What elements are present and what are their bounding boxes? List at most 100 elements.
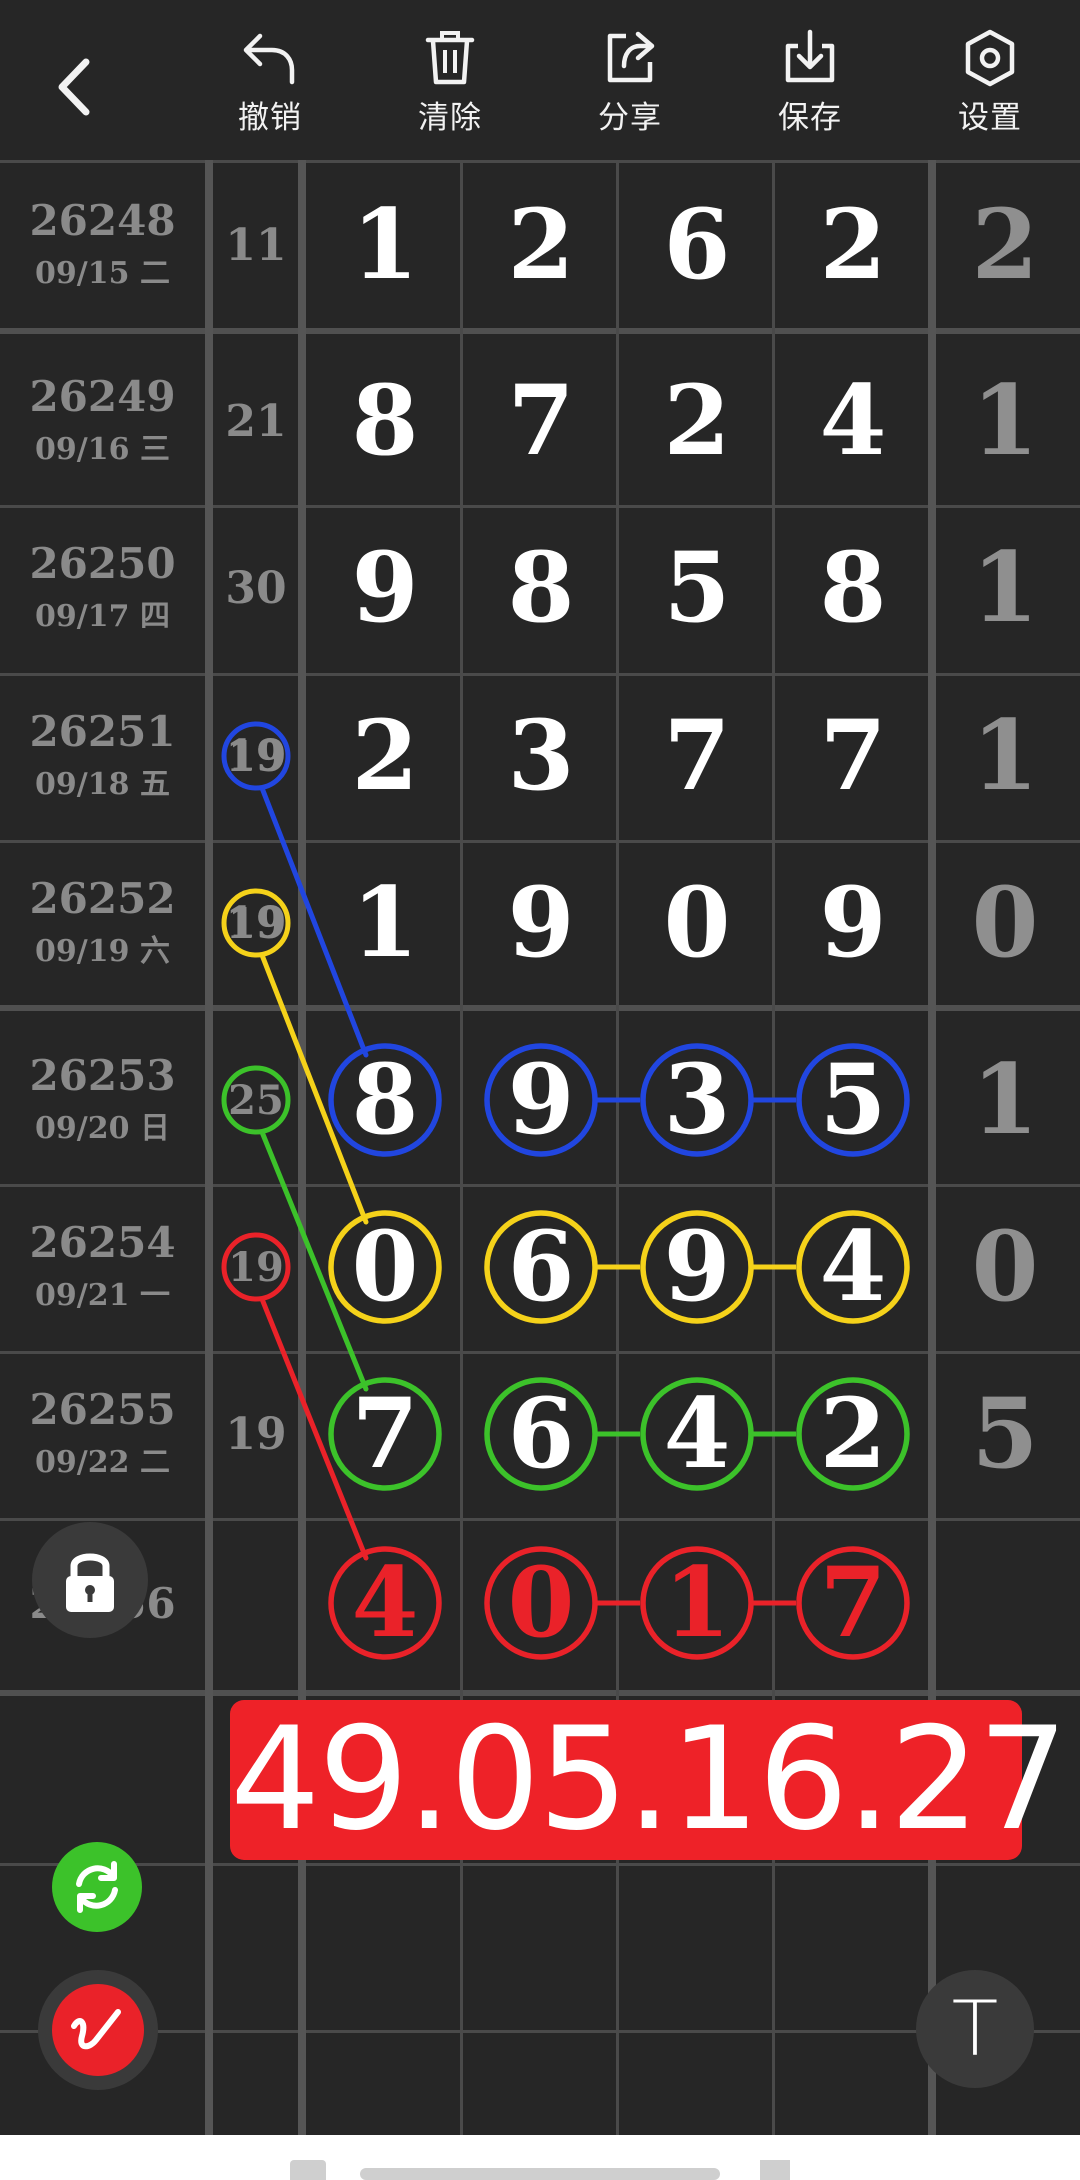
refresh-button[interactable] [52, 1842, 142, 1932]
sum-value: 30 [225, 563, 287, 614]
grid-line [0, 840, 1080, 843]
span-value: 2 [971, 188, 1039, 301]
span-value: 1 [971, 1043, 1039, 1156]
pen-icon [52, 1984, 144, 2076]
save-label: 保存 [778, 100, 842, 136]
sum-value: 19 [225, 731, 287, 782]
issue-number: 26252 [29, 874, 176, 923]
digit-cell: 1 [351, 188, 419, 301]
lock-button[interactable] [32, 1522, 148, 1638]
digit-cell: 8 [507, 531, 575, 644]
digit-cell: 3 [663, 1043, 731, 1156]
issue-date: 09/21 一 [35, 1278, 170, 1313]
issue-date: 09/17 四 [35, 599, 170, 634]
digit-cell: 2 [351, 699, 419, 812]
undo-label: 撤销 [238, 100, 302, 136]
hexagon-settings-icon [965, 29, 1015, 87]
clear-label: 清除 [418, 100, 482, 136]
digit-cell: 2 [507, 188, 575, 301]
issue-number: 26254 [29, 1218, 176, 1267]
trash-icon [425, 31, 475, 85]
sum-value: 11 [225, 220, 287, 271]
digit-cell: 0 [351, 1210, 419, 1323]
predicted-digit: 1 [663, 1546, 731, 1659]
issue-date: 09/15 二 [35, 256, 170, 291]
prediction-banner: 49.05.16.27 [230, 1697, 1068, 1862]
sum-circle-label: 25 [228, 1077, 284, 1124]
digit-cell: 8 [819, 531, 887, 644]
issue-number: 26250 [29, 539, 176, 588]
recent-apps-icon[interactable] [290, 2160, 326, 2180]
digit-cell: 6 [507, 1377, 575, 1490]
share-icon [607, 31, 655, 83]
lock-icon [66, 1553, 114, 1612]
digit-cell: 6 [663, 188, 731, 301]
digit-cell: 2 [819, 188, 887, 301]
span-value: 1 [971, 699, 1039, 812]
undo-icon [243, 33, 295, 85]
issue-date: 09/16 三 [35, 432, 170, 467]
sum-value: 19 [225, 1409, 287, 1460]
digit-cell: 6 [507, 1210, 575, 1323]
predicted-digit: 0 [507, 1546, 575, 1659]
span-value: 0 [971, 1210, 1039, 1323]
sum-value: 21 [225, 396, 287, 447]
digit-cell: 5 [819, 1043, 887, 1156]
digit-cell: 2 [819, 1377, 887, 1490]
issue-date: 09/20 日 [35, 1111, 170, 1146]
text-tool-icon: T [951, 1984, 999, 2073]
digit-cell: 4 [663, 1377, 731, 1490]
digit-cell: 9 [663, 1210, 731, 1323]
digit-cell: 1 [351, 866, 419, 979]
grid-line [205, 160, 213, 2135]
grid-line [0, 328, 1080, 334]
issue-number: 26255 [29, 1385, 176, 1434]
digit-cell: 9 [507, 866, 575, 979]
refresh-icon [76, 1861, 118, 1913]
back-button[interactable] [40, 40, 110, 130]
digit-cell: 5 [663, 531, 731, 644]
sum-circle-label: 19 [228, 1244, 284, 1291]
settings-button[interactable]: 设置 [915, 28, 1065, 148]
span-value: 1 [971, 364, 1039, 477]
span-value: 5 [971, 1377, 1039, 1490]
span-value: 1 [971, 531, 1039, 644]
red-annotation-circle [221, 1232, 291, 1302]
issue-date: 09/22 二 [35, 1445, 170, 1480]
issue-date: 09/18 五 [35, 767, 170, 802]
digit-cell: 4 [819, 364, 887, 477]
grid-line [0, 1518, 1080, 1521]
digit-cell: 9 [351, 531, 419, 644]
digit-cell: 7 [351, 1377, 419, 1490]
predicted-digit: 7 [819, 1546, 887, 1659]
back-nav-icon[interactable] [760, 2160, 790, 2180]
issue-date: 09/19 六 [35, 934, 170, 969]
span-value: 0 [971, 866, 1039, 979]
grid-line [0, 673, 1080, 676]
share-label: 分享 [598, 100, 662, 136]
top-toolbar: 撤销 清除 分享 保存 设置 [0, 0, 1080, 160]
save-button[interactable]: 保存 [735, 28, 885, 148]
issue-number: 26249 [29, 372, 176, 421]
green-annotation-circle [221, 1065, 291, 1135]
share-button[interactable]: 分享 [555, 28, 705, 148]
text-tool-button[interactable]: T [916, 1970, 1034, 2088]
grid-line [0, 1184, 1080, 1187]
digit-cell: 4 [819, 1210, 887, 1323]
home-handle[interactable] [360, 2168, 720, 2180]
clear-button[interactable]: 清除 [375, 28, 525, 148]
chevron-left-icon [58, 58, 90, 116]
predicted-digit: 4 [351, 1546, 419, 1659]
digit-cell: 8 [351, 1043, 419, 1156]
undo-button[interactable]: 撤销 [195, 28, 345, 148]
digit-cell: 9 [819, 866, 887, 979]
digit-cell: 7 [663, 699, 731, 812]
digit-cell: 7 [507, 364, 575, 477]
grid-line [0, 505, 1080, 508]
grid-line [0, 1005, 1080, 1011]
issue-number: 26251 [29, 707, 176, 756]
grid-line [0, 160, 1080, 163]
pen-button[interactable] [38, 1970, 158, 2090]
digit-cell: 3 [507, 699, 575, 812]
issue-number: 26253 [29, 1051, 176, 1100]
